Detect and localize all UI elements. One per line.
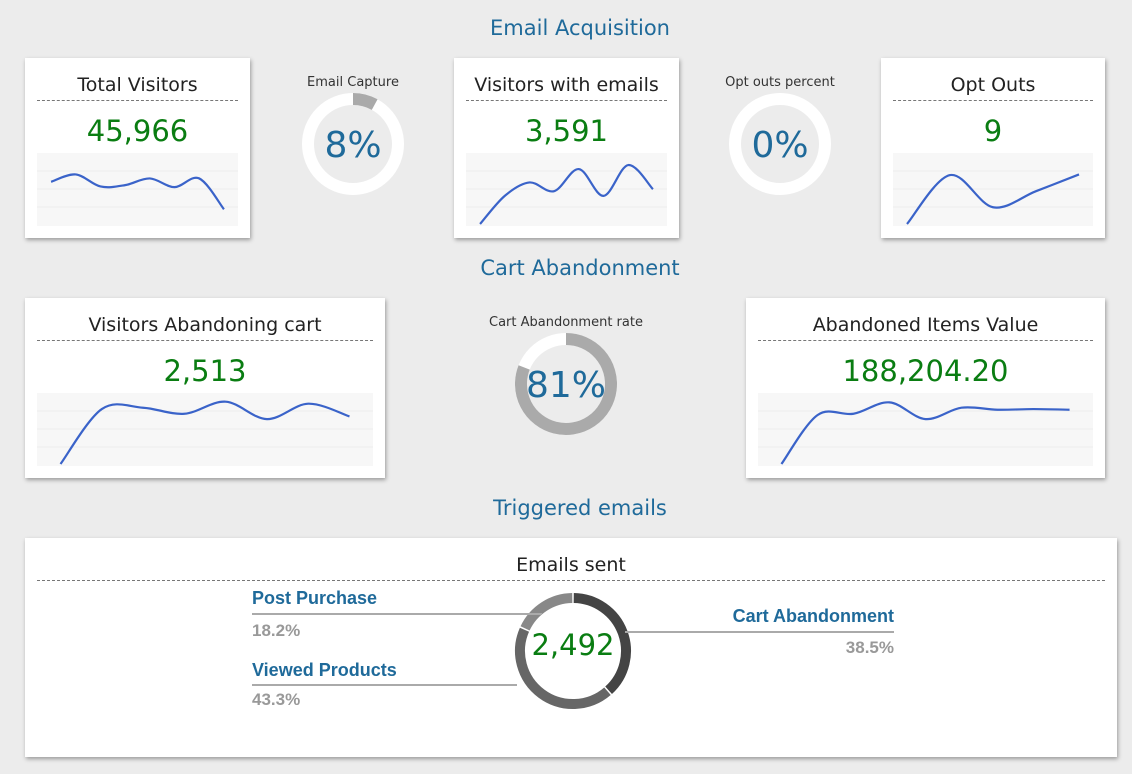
card-value: 45,966 [86,114,189,148]
emails-total: 2,492 [531,628,615,662]
abandoned-items-card: Abandoned Items Value 188,204.20 [746,298,1105,478]
cart-abandonment-rate-gauge: Cart Abandonment rate 81% [481,315,651,436]
legend-post-purchase: Post Purchase [252,588,378,608]
card-title: Emails sent [37,554,1105,581]
card-title: Visitors with emails [466,74,667,101]
card-value: 9 [983,114,1003,148]
emails-sent-card: Emails sent 2,492 Post Purchase 18.2% Vi… [25,538,1117,757]
total-visitors-card: Total Visitors 45,966 [25,58,250,238]
email-capture-gauge: Email Capture 8% [288,75,418,196]
section-title-cart: Cart Abandonment [480,256,680,280]
gauge-fill [352,93,378,110]
section-title-email: Email Acquisition [490,16,670,40]
cart-abandonment-percent: 38.5% [845,638,894,657]
gauge-label: Cart Abandonment rate [489,315,643,330]
card-title: Visitors Abandoning cart [37,314,373,341]
section-title-triggered: Triggered emails [493,496,667,520]
gauge-label: Email Capture [307,75,399,90]
post-purchase-percent: 18.2% [252,621,301,640]
sparkline [466,153,667,226]
legend-viewed-products: Viewed Products [252,660,397,680]
sparkline [893,153,1093,226]
gauge-value: 8% [324,125,382,166]
leader-line [252,613,542,615]
card-value: 3,591 [524,114,609,148]
gauge-label: Opt outs percent [725,75,835,90]
visitors-with-emails-card: Visitors with emails 3,591 [454,58,679,238]
gauge-value: 81% [525,365,606,406]
viewed-products-percent: 43.3% [252,690,301,709]
sparkline [37,153,238,226]
card-title: Opt Outs [893,74,1093,101]
opt-outs-percent-gauge: Opt outs percent 0% [715,75,845,196]
visitors-abandoning-card: Visitors Abandoning cart 2,513 [25,298,385,478]
card-value: 188,204.20 [842,354,1009,388]
leader-line [252,684,517,686]
card-value: 2,513 [163,354,247,388]
opt-outs-card: Opt Outs 9 [881,58,1105,238]
gauge-value: 0% [751,125,809,166]
sparkline [37,393,373,466]
sparkline [758,393,1093,466]
leader-line [625,631,894,633]
legend-cart-abandonment: Cart Abandonment [732,606,894,626]
card-title: Total Visitors [37,74,238,101]
card-title: Abandoned Items Value [758,314,1093,341]
